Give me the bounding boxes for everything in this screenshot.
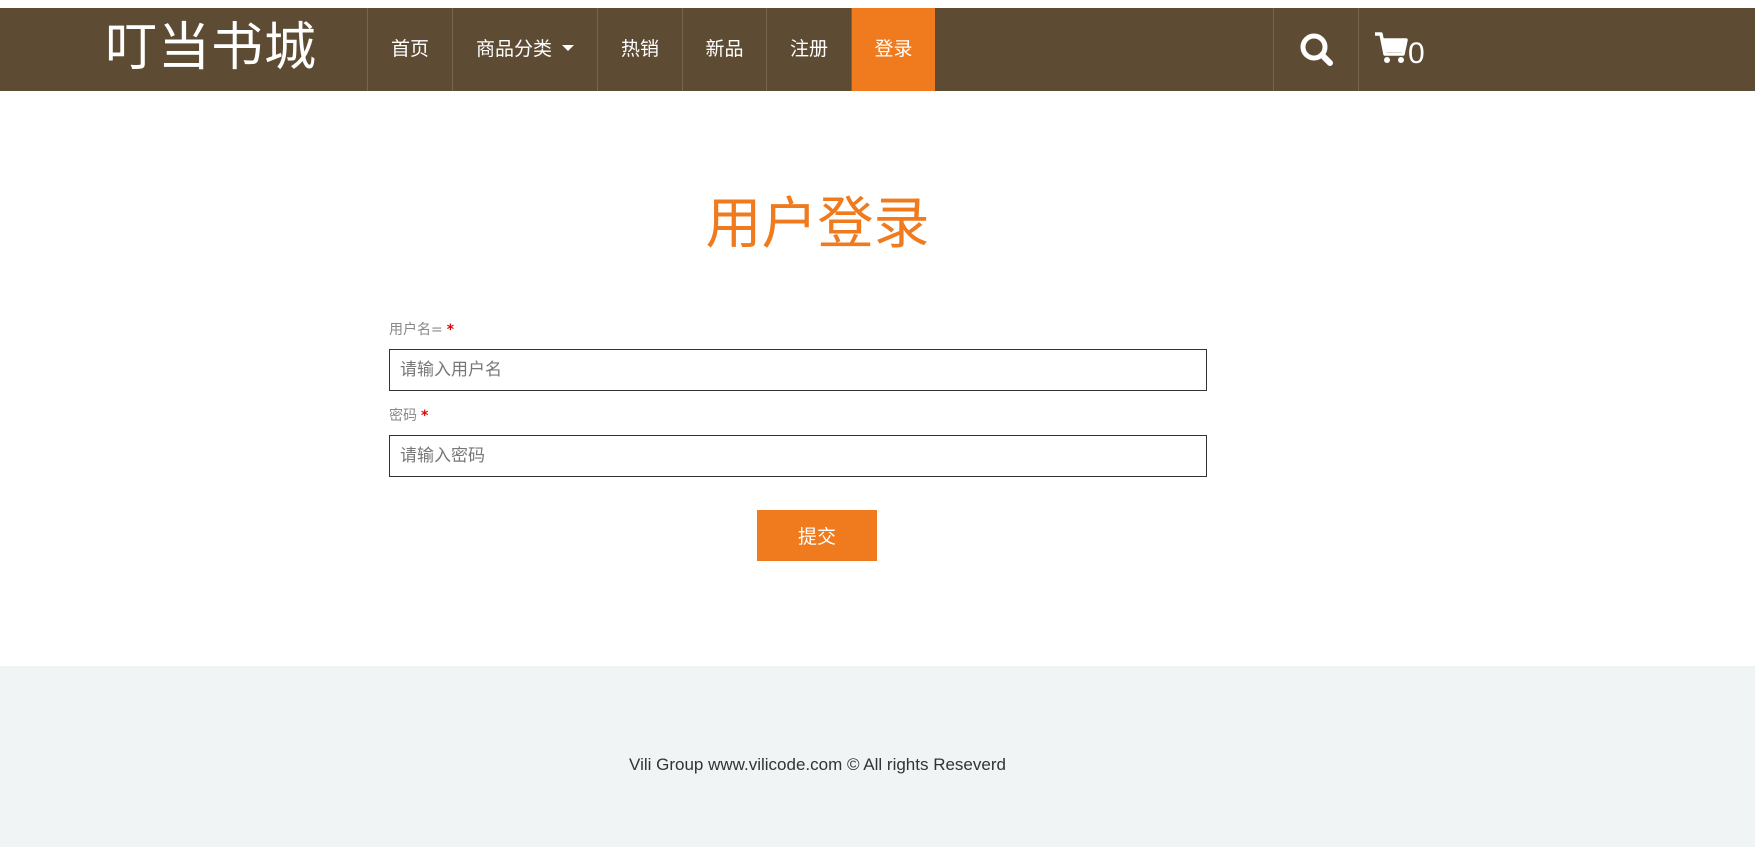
nav-item-new[interactable]: 新品 xyxy=(683,8,766,91)
nav-item-hot[interactable]: 热销 xyxy=(598,8,682,91)
nav-item-label: 首页 xyxy=(390,38,429,60)
navbar: 叮当书城 首页 商品分类 热销 新品 注册 登录 0 xyxy=(0,8,1755,91)
footer-copyright: Vili Group www.vilicode.com © All rights… xyxy=(629,755,1006,774)
username-input[interactable] xyxy=(389,349,1207,391)
nav-item-login[interactable]: 登录 xyxy=(852,8,935,91)
cart-button[interactable] xyxy=(1374,8,1408,91)
chevron-down-icon xyxy=(562,44,574,51)
nav-item-label: 注册 xyxy=(789,38,828,60)
cart-count[interactable]: 0 xyxy=(1408,35,1425,73)
nav-item-label: 热销 xyxy=(620,38,659,60)
cart-icon xyxy=(1375,32,1408,63)
page-title: 用户登录 xyxy=(705,192,930,257)
required-marker: * xyxy=(421,408,429,424)
top-strip xyxy=(0,0,1755,8)
username-label: 用户名= * xyxy=(389,321,454,339)
nav-item-label: 商品分类 xyxy=(475,38,552,60)
nav-item-label: 登录 xyxy=(874,38,913,60)
password-input[interactable] xyxy=(389,435,1207,477)
footer: Vili Group www.vilicode.com © All rights… xyxy=(0,666,1755,847)
username-label-text: 用户名= xyxy=(389,322,443,338)
nav-item-label: 新品 xyxy=(705,38,744,60)
submit-button[interactable]: 提交 xyxy=(757,510,877,561)
nav-item-categories[interactable]: 商品分类 xyxy=(453,8,597,91)
required-marker: * xyxy=(446,322,455,338)
password-label: 密码 * xyxy=(389,407,428,425)
search-icon xyxy=(1300,33,1333,66)
site-logo[interactable]: 叮当书城 xyxy=(105,18,317,78)
search-button[interactable] xyxy=(1274,8,1358,91)
password-label-text: 密码 xyxy=(389,408,417,424)
nav-item-register[interactable]: 注册 xyxy=(767,8,851,91)
nav-item-home[interactable]: 首页 xyxy=(368,8,452,91)
nav-divider xyxy=(1358,8,1359,91)
